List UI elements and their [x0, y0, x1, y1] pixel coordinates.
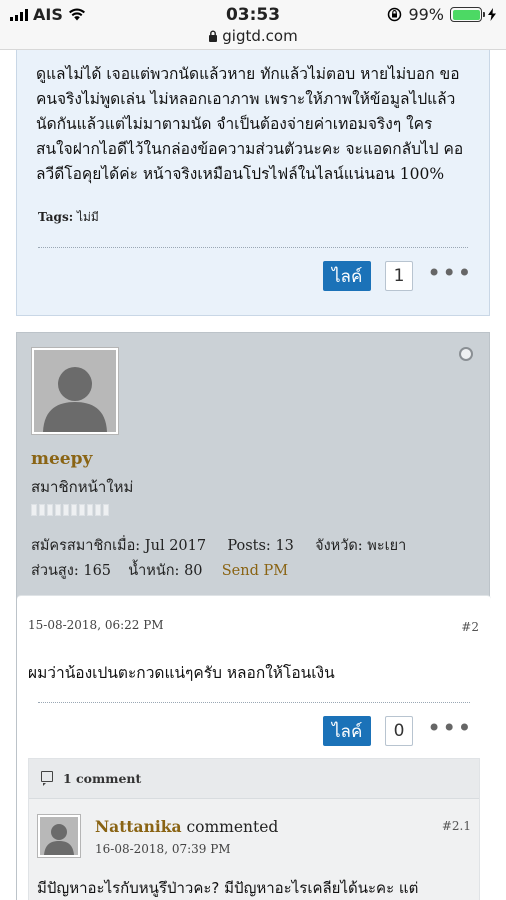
post-1-line: สนใจฝากไอดีไว้ในกล่องข้อความส่วนตัวนะคะ … — [36, 140, 464, 158]
comment-date: 16-08-2018, 07:39 PM — [95, 842, 231, 856]
status-right: 99% — [387, 5, 496, 24]
default-avatar-icon — [44, 824, 74, 855]
height-label: ส่วนสูง: — [31, 563, 79, 579]
post-date: 15-08-2018, 06:22 PM — [28, 618, 164, 632]
tags-label: Tags: — [38, 210, 74, 224]
post-2-message: ผมว่าน้องเปนตะกวดแน่ๆครับ หลอกให้โอนเงิน — [28, 664, 335, 682]
height-value: 165 — [83, 563, 112, 579]
comments-header[interactable]: 1 comment — [29, 759, 479, 799]
like-count: 1 — [385, 261, 413, 291]
weight-label: น้ำหนัก: — [128, 563, 180, 579]
user-stats-row-2: ส่วนสูง: 165 น้ำหนัก: 80 Send PM — [31, 559, 288, 582]
orientation-lock-icon — [388, 7, 402, 22]
more-options-icon[interactable]: ••• — [427, 716, 472, 740]
username-link[interactable]: meepy — [31, 449, 92, 469]
comments-section: 1 comment Nattanika commented #2.1 16-08… — [28, 758, 480, 900]
browser-status-bar: AIS 03:53 gigtd.com 99% — [0, 0, 506, 50]
weight-value: 80 — [184, 563, 203, 579]
user-stats-row-1: สมัครสมาชิกเมื่อ: Jul 2017 Posts: 13 จัง… — [31, 534, 406, 557]
send-pm-link[interactable]: Send PM — [222, 563, 288, 579]
joined-label: สมัครสมาชิกเมื่อ: — [31, 538, 141, 554]
reputation-bar — [31, 504, 109, 516]
post-2-container: meepy สมาชิกหน้าใหม่ สมัครสมาชิกเมื่อ: J… — [16, 332, 491, 900]
post-1-line: นัดกันแล้วแต่ไม่มาตามนัด จำเป็นต้องจ่ายค… — [36, 115, 433, 133]
comment-action: commented — [186, 818, 279, 836]
post-1-body: ดูแลไม่ได้ เจอแต่พวกนัดแล้วหาย ทักแล้วไม… — [36, 62, 476, 187]
like-count: 0 — [385, 716, 413, 746]
joined-value: Jul 2017 — [144, 538, 207, 554]
tags-value: ไม่มี — [76, 210, 99, 224]
comment-author-line: Nattanika commented — [95, 817, 278, 836]
post-tags: Tags: ไม่มี — [38, 208, 99, 227]
posts-value: 13 — [275, 538, 294, 554]
divider — [38, 247, 468, 248]
charging-icon — [488, 8, 496, 21]
posts-label: Posts: — [227, 538, 271, 554]
commenter-avatar[interactable] — [37, 814, 81, 858]
avatar[interactable] — [31, 347, 119, 435]
comment-number-link[interactable]: #2.1 — [442, 819, 471, 833]
province-label: จังหวัด: — [315, 538, 363, 554]
like-button[interactable]: ไลค์ — [323, 261, 372, 291]
post-1-line: ลวีดีโอคุยได้ค่ะ หน้าจริงเหมือนโปรไฟล์ใน… — [36, 165, 445, 183]
comments-count: 1 comment — [63, 771, 142, 786]
default-avatar-icon — [43, 367, 107, 432]
like-button[interactable]: ไลค์ — [323, 716, 372, 746]
post-1: ดูแลไม่ได้ เจอแต่พวกนัดแล้วหาย ทักแล้วไม… — [16, 50, 490, 316]
online-status-icon — [459, 347, 473, 361]
more-options-icon[interactable]: ••• — [427, 261, 472, 285]
comment-author-link[interactable]: Nattanika — [95, 817, 182, 836]
post-number-link[interactable]: #2 — [461, 620, 479, 634]
comment-text: มีปัญหาอะไรกับหนูรึป่าวคะ? มีปัญหาอะไรเค… — [37, 879, 419, 897]
battery-percent: 99% — [408, 5, 444, 24]
divider — [38, 702, 470, 703]
province-value: พะเยา — [367, 538, 407, 554]
post-1-line: ดูแลไม่ได้ เจอแต่พวกนัดแล้วหาย ทักแล้วไม… — [36, 65, 460, 83]
post-2: 15-08-2018, 06:22 PM #2 ผมว่าน้องเปนตะกว… — [17, 595, 491, 900]
battery-icon — [450, 7, 485, 22]
lock-icon — [209, 30, 218, 42]
post-1-line: คนจริงไม่พูดเล่น ไม่หลอกเอาภาพ เพราะให้ภ… — [36, 90, 456, 108]
comment-icon — [41, 771, 53, 786]
url-text: gigtd.com — [222, 27, 298, 45]
user-rank: สมาชิกหน้าใหม่ — [31, 478, 134, 496]
address-bar[interactable]: gigtd.com — [0, 27, 506, 45]
